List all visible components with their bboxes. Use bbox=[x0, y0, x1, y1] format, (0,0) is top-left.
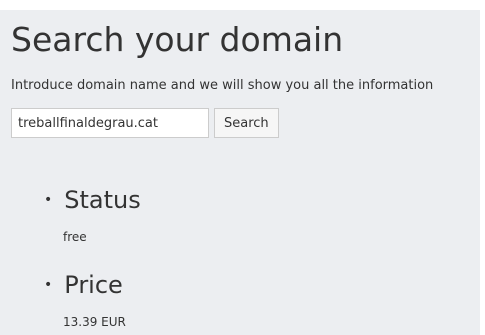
search-form: Search bbox=[11, 108, 279, 138]
page-title: Search your domain bbox=[11, 20, 344, 59]
status-label: Status bbox=[64, 186, 141, 214]
price-value: 13.39 EUR bbox=[63, 315, 126, 329]
result-heading-price: • Price bbox=[44, 270, 123, 300]
price-label: Price bbox=[64, 271, 123, 299]
domain-search-input[interactable] bbox=[11, 108, 209, 138]
status-value: free bbox=[63, 230, 87, 244]
domain-search-panel: Search your domain Introduce domain name… bbox=[0, 10, 480, 335]
page-subtitle: Introduce domain name and we will show y… bbox=[11, 78, 434, 93]
bullet-icon: • bbox=[44, 277, 53, 293]
bullet-icon: • bbox=[44, 192, 53, 208]
search-button[interactable]: Search bbox=[214, 108, 279, 138]
result-heading-status: • Status bbox=[44, 185, 141, 215]
